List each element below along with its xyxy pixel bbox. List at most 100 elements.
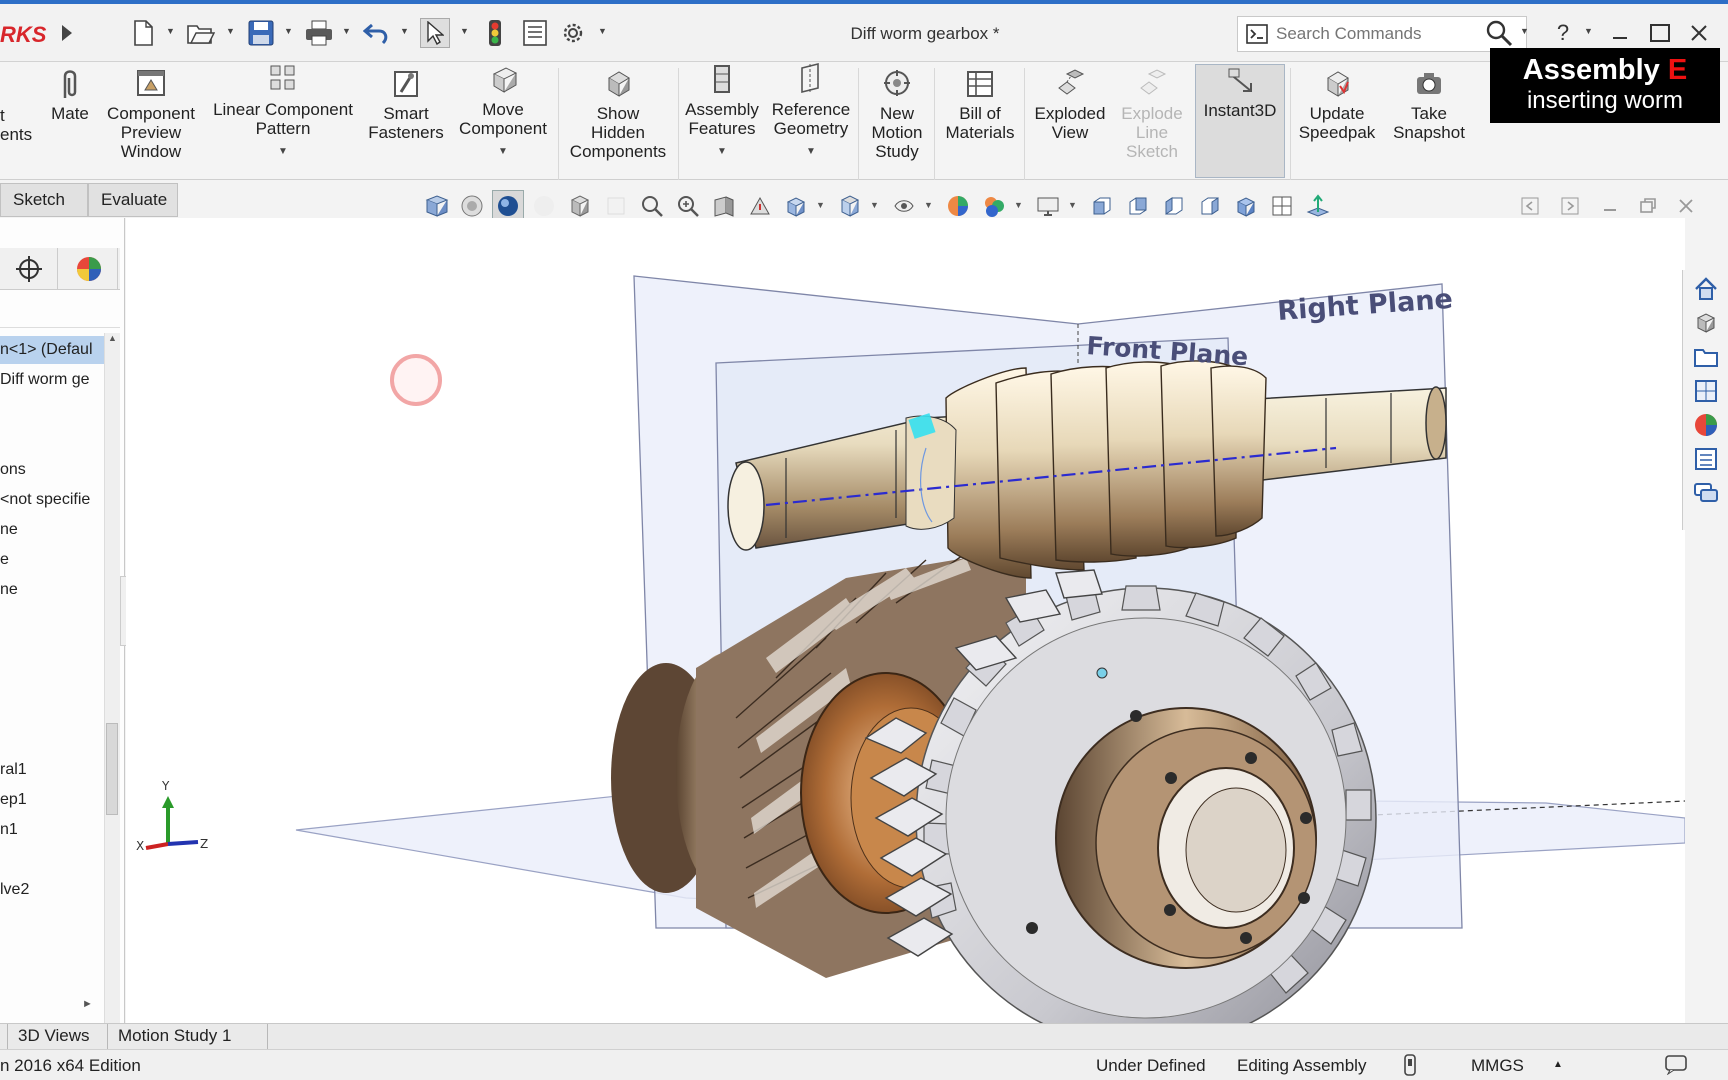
- rebuild-traffic-light-icon[interactable]: [480, 18, 510, 48]
- chevron-down-icon[interactable]: ▼: [284, 26, 294, 40]
- chevron-down-icon[interactable]: ▼: [498, 142, 508, 161]
- feature-tree-item[interactable]: ons: [0, 456, 104, 484]
- design-library-icon[interactable]: [1691, 308, 1721, 338]
- maximize-icon[interactable]: [1645, 18, 1675, 48]
- overlay-title: Assembly E: [1490, 54, 1720, 87]
- scroll-up-icon[interactable]: ▲: [108, 333, 117, 343]
- chevron-down-icon[interactable]: ▼: [166, 26, 176, 40]
- component-preview-window-button[interactable]: Component Preview Window: [98, 68, 204, 180]
- dimxpert-tab-icon[interactable]: [0, 248, 58, 290]
- feature-tree-item[interactable]: e: [0, 546, 104, 574]
- chevron-down-icon[interactable]: ▼: [924, 200, 933, 210]
- undo-icon[interactable]: [362, 18, 392, 48]
- chevron-down-icon[interactable]: ▼: [400, 26, 410, 40]
- save-icon[interactable]: [246, 18, 276, 48]
- help-icon[interactable]: ?: [1548, 18, 1578, 48]
- file-explorer-icon[interactable]: [1691, 342, 1721, 372]
- assembly-features-icon: [714, 65, 730, 93]
- new-document-icon[interactable]: [128, 18, 158, 48]
- ribbon-label: Assembly Features: [685, 100, 759, 138]
- feature-tree-item[interactable]: ne: [0, 516, 104, 544]
- new-motion-study-button[interactable]: New Motion Study: [862, 68, 932, 180]
- feature-tree-item[interactable]: n1: [0, 816, 104, 844]
- display-manager-tab-icon[interactable]: [60, 248, 118, 290]
- motion-study-icon: [884, 70, 910, 96]
- home-icon[interactable]: [1691, 274, 1721, 304]
- mate-button[interactable]: Mate: [44, 68, 96, 180]
- chevron-down-icon[interactable]: ▼: [1584, 26, 1594, 40]
- search-input[interactable]: [1276, 17, 1476, 51]
- move-component-icon: [492, 67, 518, 93]
- expand-menu-icon[interactable]: [52, 18, 82, 48]
- status-units[interactable]: MMGS: [1471, 1056, 1524, 1076]
- close-icon[interactable]: [1684, 18, 1714, 48]
- assembly-features-button[interactable]: Assembly Features ▼: [682, 62, 762, 174]
- custom-properties-icon[interactable]: [1691, 444, 1721, 474]
- feature-tree-item[interactable]: ep1: [0, 786, 104, 814]
- smart-fasteners-button[interactable]: Smart Fasteners: [364, 68, 448, 180]
- tab-sketch[interactable]: Sketch: [0, 183, 88, 217]
- insert-components-button[interactable]: t ents: [0, 68, 38, 180]
- chevron-down-icon[interactable]: ▼: [1520, 26, 1530, 40]
- search-icon[interactable]: [1484, 18, 1514, 48]
- ribbon-label: Show Hidden Components: [569, 104, 667, 161]
- explode-line-sketch-button[interactable]: Explode Line Sketch: [1116, 68, 1188, 180]
- rebuild-status-icon[interactable]: [1403, 1054, 1417, 1080]
- minimize-icon[interactable]: [1605, 18, 1635, 48]
- overlay-title-letter: E: [1667, 54, 1688, 86]
- tab-motion-study-1[interactable]: Motion Study 1: [108, 1024, 268, 1050]
- linear-pattern-icon: [270, 65, 295, 90]
- document-title: Diff worm gearbox *: [850, 24, 1000, 43]
- graphics-area[interactable]: Right Plane Front Plane Y X Z: [126, 218, 1685, 1023]
- tab-3d-views[interactable]: 3D Views: [8, 1024, 108, 1050]
- chevron-down-icon[interactable]: ▼: [816, 200, 825, 210]
- chevron-down-icon[interactable]: ▼: [598, 26, 608, 40]
- chevron-down-icon[interactable]: ▼: [342, 26, 352, 40]
- tooltip-toggle-icon[interactable]: [1664, 1053, 1688, 1080]
- chevron-down-icon[interactable]: ▼: [717, 142, 727, 161]
- cursor-highlight-ring: [390, 354, 442, 406]
- file-properties-icon[interactable]: [520, 18, 550, 48]
- triad-y-label: Y: [161, 779, 170, 793]
- exploded-view-button[interactable]: Exploded View: [1028, 68, 1112, 180]
- feature-tree-item[interactable]: ral1: [0, 756, 104, 784]
- reference-geometry-button[interactable]: Reference Geometry ▼: [766, 62, 856, 174]
- feature-manager-tabs: [0, 248, 120, 290]
- chevron-down-icon[interactable]: ▼: [806, 142, 816, 161]
- scroll-thumb[interactable]: [106, 723, 118, 815]
- ribbon-label: Reference Geometry: [771, 100, 851, 138]
- instant3d-button[interactable]: Instant3D: [1195, 64, 1285, 178]
- move-component-button[interactable]: Move Component ▼: [452, 62, 554, 174]
- update-speedpak-button[interactable]: Update Speedpak: [1294, 68, 1380, 180]
- scroll-right-icon[interactable]: ►: [82, 998, 93, 1010]
- forum-icon[interactable]: [1691, 478, 1721, 508]
- explode-line-icon: [1140, 69, 1167, 95]
- bill-of-materials-button[interactable]: Bill of Materials: [938, 68, 1022, 180]
- chevron-down-icon[interactable]: ▼: [278, 142, 288, 161]
- feature-tree-item[interactable]: Diff worm ge: [0, 366, 104, 394]
- preview-window-icon: [137, 70, 165, 96]
- take-snapshot-button[interactable]: Take Snapshot: [1384, 68, 1474, 180]
- appearances-icon[interactable]: [1691, 410, 1721, 440]
- overlay-subtitle: inserting worm: [1526, 87, 1684, 114]
- select-cursor-icon[interactable]: [420, 18, 450, 48]
- print-icon[interactable]: [304, 18, 334, 48]
- chevron-down-icon[interactable]: ▼: [1014, 200, 1023, 210]
- chevron-up-icon[interactable]: ▲: [1553, 1059, 1563, 1070]
- linear-component-pattern-button[interactable]: Linear Component Pattern ▼: [210, 62, 356, 174]
- paperclip-icon: [63, 70, 77, 98]
- feature-tree-item[interactable]: <not specifie: [0, 486, 104, 514]
- feature-tree-scrollbar[interactable]: ▲ ▼: [104, 333, 120, 1080]
- feature-tree-item[interactable]: lve2: [0, 876, 104, 904]
- chevron-down-icon[interactable]: ▼: [460, 26, 470, 40]
- chevron-down-icon[interactable]: ▼: [870, 200, 879, 210]
- open-folder-icon[interactable]: [186, 18, 216, 48]
- feature-tree-item[interactable]: ne: [0, 576, 104, 604]
- feature-tree-item[interactable]: n<1> (Defaul: [0, 336, 104, 364]
- chevron-down-icon[interactable]: ▼: [1068, 200, 1077, 210]
- view-palette-icon[interactable]: [1691, 376, 1721, 406]
- chevron-down-icon[interactable]: ▼: [226, 26, 236, 40]
- options-gear-icon[interactable]: [558, 18, 588, 48]
- show-hidden-components-button[interactable]: Show Hidden Components: [562, 68, 674, 180]
- tab-evaluate[interactable]: Evaluate: [88, 183, 178, 217]
